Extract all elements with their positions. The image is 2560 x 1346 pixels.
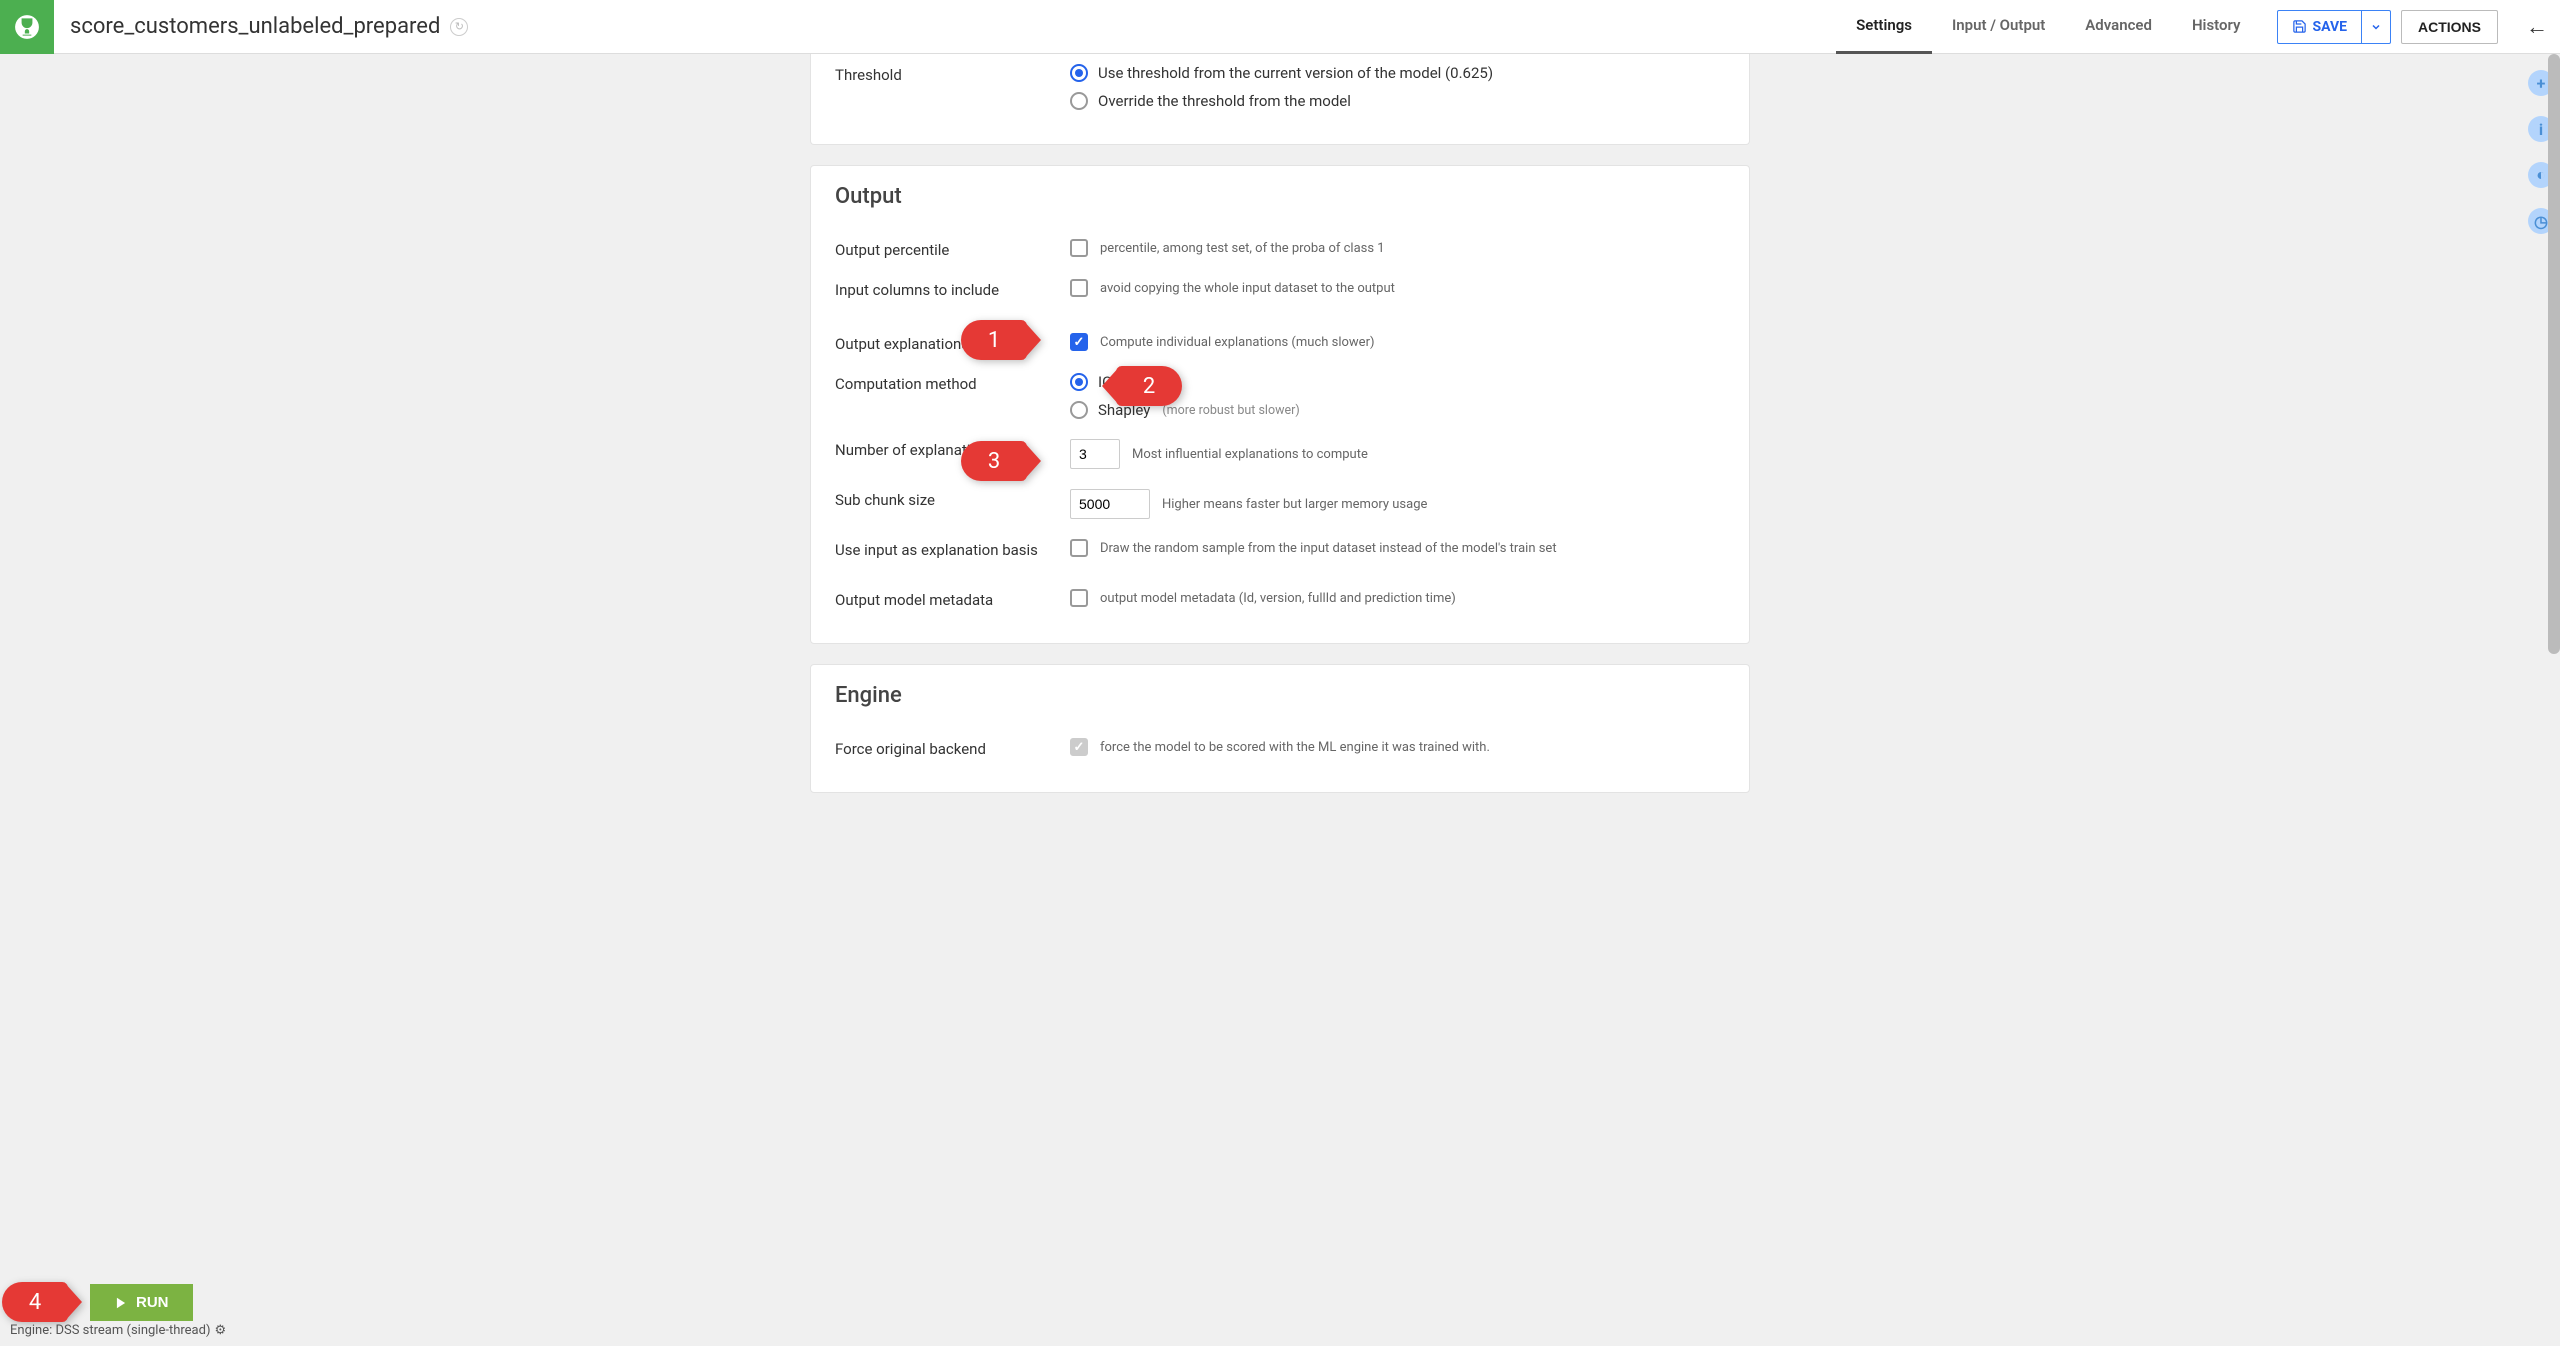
save-button-group: SAVE [2277,10,2392,44]
output-metadata-label: Output model metadata [835,589,1070,609]
num-explanations-label: Number of explanations [835,439,1070,459]
topbar: score_customers_unlabeled_prepared ↻ Set… [0,0,2560,54]
threshold-override-radio[interactable]: Override the threshold from the model [1070,92,1725,110]
force-backend-help: force the model to be scored with the ML… [1100,740,1490,755]
actions-button[interactable]: ACTIONS [2401,10,2498,44]
computation-ice-radio[interactable]: ICE [1070,373,1120,391]
num-explanations-input[interactable] [1070,439,1120,469]
refresh-icon[interactable]: ↻ [450,18,468,36]
threshold-panel: Threshold Use threshold from the current… [810,54,1750,145]
computation-method-label: Computation method [835,373,1070,393]
output-metadata-help: output model metadata (Id, version, full… [1100,591,1456,606]
tab-advanced[interactable]: Advanced [2065,0,2172,54]
trophy-icon [0,0,54,54]
engine-panel: Engine Force original backend force the … [810,664,1750,793]
output-percentile-label: Output percentile [835,239,1070,259]
output-title: Output [835,184,1725,209]
use-input-basis-label: Use input as explanation basis [835,539,1070,559]
save-dropdown[interactable] [2361,11,2390,43]
tab-history[interactable]: History [2172,0,2261,54]
output-explanations-help: Compute individual explanations (much sl… [1100,335,1375,350]
use-input-basis-help: Draw the random sample from the input da… [1100,541,1557,556]
input-columns-help: avoid copying the whole input dataset to… [1100,281,1395,296]
page-title: score_customers_unlabeled_prepared ↻ [54,14,484,39]
save-button[interactable]: SAVE [2278,11,2362,43]
force-backend-checkbox [1070,738,1088,756]
num-explanations-help: Most influential explanations to compute [1132,447,1368,462]
back-arrow-icon[interactable]: ← [2514,14,2560,40]
use-input-basis-checkbox[interactable] [1070,539,1088,557]
output-percentile-checkbox[interactable] [1070,239,1088,257]
input-columns-label: Input columns to include [835,279,1070,299]
threshold-use-radio[interactable]: Use threshold from the current version o… [1070,64,1725,82]
computation-shapley-radio[interactable]: Shapley [1070,401,1150,419]
tab-settings[interactable]: Settings [1836,0,1932,54]
output-panel: Output Output percentile percentile, amo… [810,165,1750,644]
engine-title: Engine [835,683,1725,708]
threshold-label: Threshold [835,64,1070,84]
gear-icon[interactable]: ⚙ [214,1323,226,1338]
sub-chunk-label: Sub chunk size [835,489,1070,509]
scrollbar[interactable] [2548,54,2560,654]
output-explanations-checkbox[interactable] [1070,333,1088,351]
tabs: Settings Input / Output Advanced History [1836,0,2260,54]
output-explanations-label: Output explanations [835,333,1070,353]
engine-text: Engine: DSS stream (single-thread) ⚙ [10,1323,226,1338]
shapley-help: (more robust but slower) [1162,403,1299,418]
output-percentile-help: percentile, among test set, of the proba… [1100,241,1385,256]
run-button[interactable]: RUN [90,1284,193,1321]
sub-chunk-input[interactable] [1070,489,1150,519]
tab-input-output[interactable]: Input / Output [1932,0,2065,54]
sub-chunk-help: Higher means faster but larger memory us… [1162,497,1427,512]
input-columns-checkbox[interactable] [1070,279,1088,297]
output-metadata-checkbox[interactable] [1070,589,1088,607]
force-backend-label: Force original backend [835,738,1070,758]
